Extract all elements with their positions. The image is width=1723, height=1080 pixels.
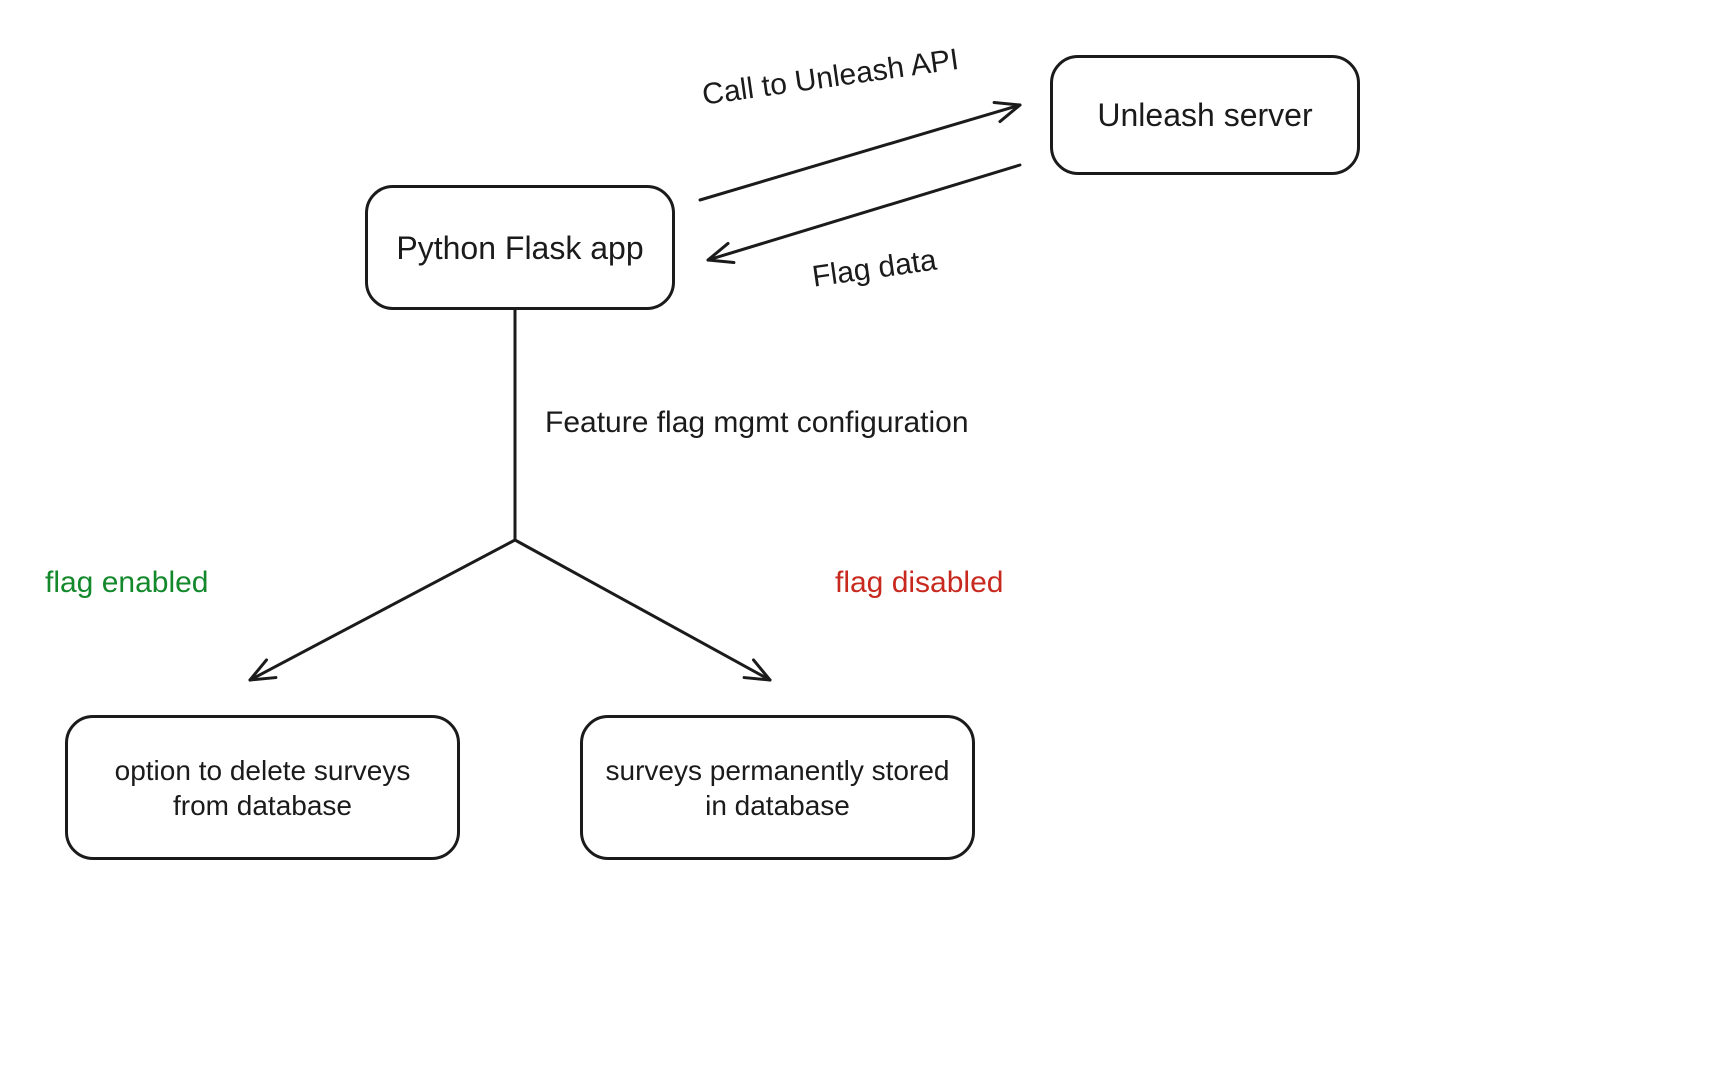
node-disabled-outcome-label: surveys permanently stored in database	[605, 753, 950, 823]
label-feature-flag-config: Feature flag mgmt configuration	[545, 405, 969, 441]
node-unleash-server-label: Unleash server	[1097, 95, 1312, 135]
connectors	[0, 0, 1723, 1080]
label-flag-disabled: flag disabled	[835, 565, 1003, 601]
node-disabled-outcome: surveys permanently stored in database	[580, 715, 975, 860]
node-enabled-outcome: option to delete surveys from database	[65, 715, 460, 860]
node-unleash-server: Unleash server	[1050, 55, 1360, 175]
node-flask-app: Python Flask app	[365, 185, 675, 310]
label-flag-enabled: flag enabled	[45, 565, 208, 601]
node-flask-app-label: Python Flask app	[396, 228, 643, 268]
diagram-stage: Python Flask app Unleash server option t…	[0, 0, 1723, 1080]
arrow-call-to-unleash-api	[700, 95, 1023, 200]
decision-split	[245, 310, 774, 689]
node-enabled-outcome-label: option to delete surveys from database	[90, 753, 435, 823]
